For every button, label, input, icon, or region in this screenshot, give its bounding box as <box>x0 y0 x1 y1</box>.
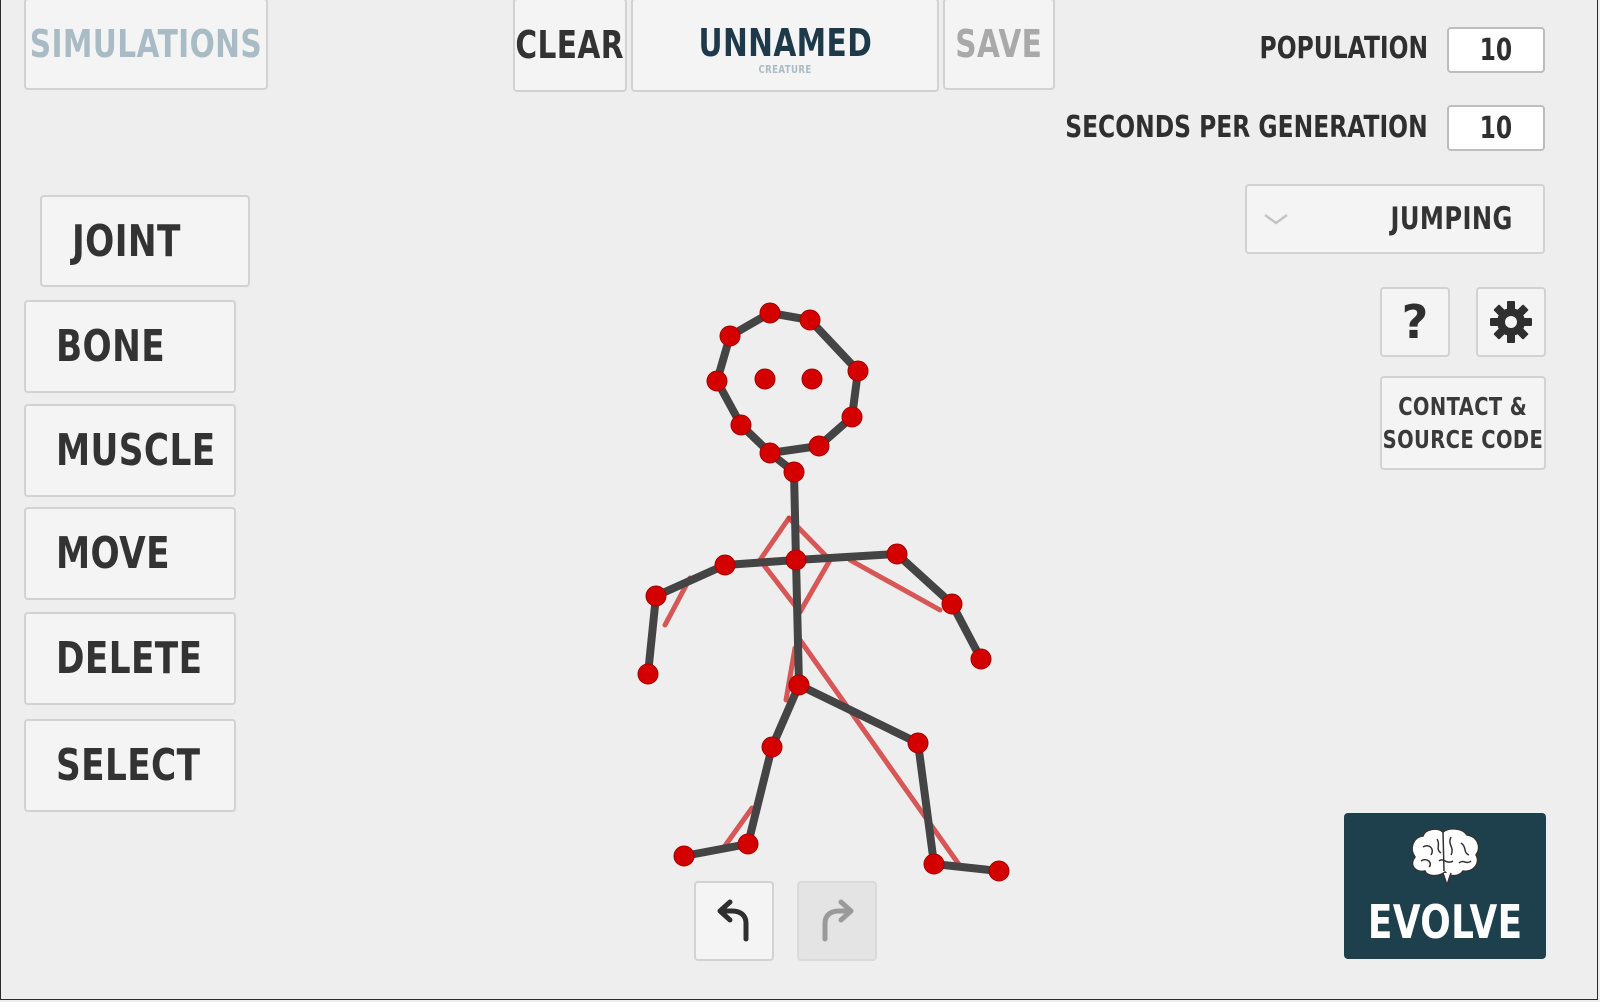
tool-bone-label: BONE <box>56 321 166 372</box>
tool-bone-button[interactable]: BONE <box>24 300 236 393</box>
population-value: 10 <box>1479 32 1513 68</box>
population-label: POPULATION <box>1259 31 1428 66</box>
contact-label-line2: SOURCE CODE <box>1382 425 1544 454</box>
seconds-per-generation-label: SECONDS PER GENERATION <box>1065 110 1428 145</box>
simulations-label: SIMULATIONS <box>29 22 263 66</box>
contact-source-code-button[interactable]: CONTACT & SOURCE CODE <box>1380 376 1546 470</box>
task-dropdown[interactable]: JUMPING <box>1245 184 1545 254</box>
creature-name-field[interactable]: UNNAMED CREATURE <box>631 0 939 92</box>
tool-delete-button[interactable]: DELETE <box>24 612 236 705</box>
settings-button[interactable] <box>1476 287 1546 357</box>
contact-label-line1: CONTACT & <box>1398 392 1528 421</box>
redo-button[interactable] <box>797 881 877 961</box>
task-selected: JUMPING <box>1390 201 1513 237</box>
population-input[interactable]: 10 <box>1447 27 1545 73</box>
help-icon: ? <box>1401 295 1429 349</box>
tool-muscle-label: MUSCLE <box>56 425 216 476</box>
tool-delete-label: DELETE <box>56 633 203 684</box>
tool-joint-label: JOINT <box>72 215 181 267</box>
seconds-per-generation-input[interactable]: 10 <box>1447 105 1545 151</box>
tool-move-button[interactable]: MOVE <box>24 507 236 600</box>
tool-select-label: SELECT <box>56 740 201 791</box>
help-button[interactable]: ? <box>1380 287 1450 357</box>
tool-move-label: MOVE <box>56 528 170 579</box>
creature-caption: CREATURE <box>758 62 812 76</box>
tool-joint-button[interactable]: JOINT <box>40 195 250 287</box>
tool-select-button[interactable]: SELECT <box>24 719 236 812</box>
undo-button[interactable] <box>694 881 774 961</box>
creature-name: UNNAMED <box>698 20 872 65</box>
undo-icon <box>717 899 749 942</box>
simulations-button[interactable]: SIMULATIONS <box>24 0 268 90</box>
redo-icon <box>822 899 854 942</box>
brain-icon <box>1411 828 1480 887</box>
save-label: SAVE <box>955 22 1043 66</box>
clear-label: CLEAR <box>515 23 625 67</box>
tool-muscle-button[interactable]: MUSCLE <box>24 404 236 497</box>
evolve-button[interactable]: EVOLVE <box>1344 813 1546 959</box>
chevron-down-icon <box>1264 213 1288 225</box>
clear-button[interactable]: CLEAR <box>513 0 627 92</box>
gear-icon <box>1490 301 1532 343</box>
evolve-label: EVOLVE <box>1367 895 1523 949</box>
save-button[interactable]: SAVE <box>943 0 1055 90</box>
seconds-per-generation-value: 10 <box>1479 110 1513 146</box>
